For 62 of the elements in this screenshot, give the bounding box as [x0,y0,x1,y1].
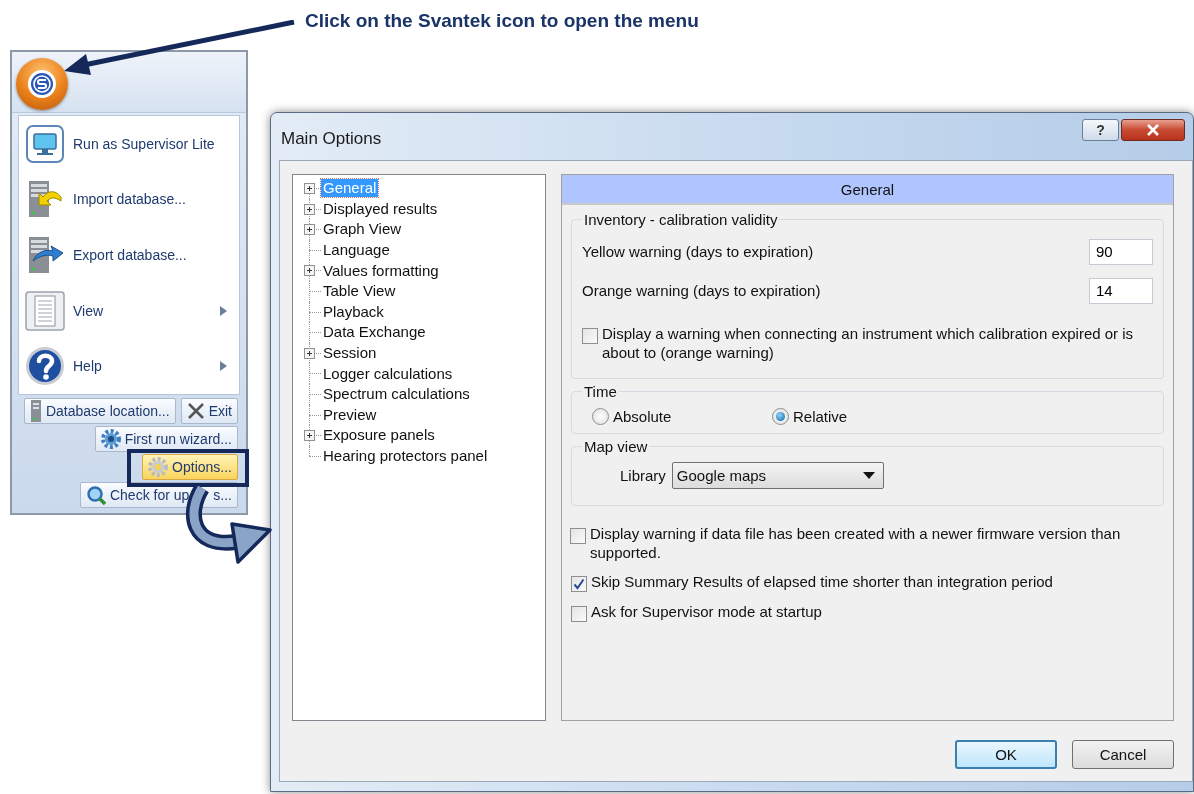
close-icon [1146,124,1160,136]
database-icon [29,400,42,422]
help-icon [25,346,65,387]
tree-item[interactable]: Values formatting [321,261,441,280]
help-button[interactable]: ? [1082,119,1119,141]
gear-icon [148,457,169,477]
gear-icon [100,429,121,449]
panel-header: General [562,175,1173,205]
menu-item[interactable]: Export database... [19,227,239,283]
checkbox-label: Display a warning when connecting an instrument which calibration expired or is about to (orange warning) [602,324,1135,362]
radio-button[interactable] [772,408,789,425]
tree-item[interactable]: Graph View [321,220,404,239]
radio-button[interactable] [592,408,609,425]
tree-item[interactable]: Table View [321,282,398,301]
instruction-text: Click on the Svantek icon to open the menu [305,10,699,32]
field-label: Orange warning (days to expiration) [582,282,821,299]
field-label: Yellow warning (days to expiration) [582,243,814,260]
group-title: Time [583,383,618,400]
logo-icon [27,69,57,99]
tree-item[interactable]: Logger calculations [321,364,455,383]
tree-item[interactable]: Spectrum calculations [321,385,472,404]
checkbox[interactable] [571,606,587,622]
tree-item[interactable]: Preview [321,405,379,424]
tree-item[interactable]: Playback [321,302,386,321]
menu-item[interactable]: Import database... [19,171,239,228]
menu-orb-button[interactable] [16,58,68,110]
menu-button[interactable]: Exit [180,398,238,424]
dialog-button[interactable]: Cancel [1072,740,1174,769]
menu-item[interactable]: Help [19,338,239,394]
document-icon [25,290,65,331]
tree-item[interactable]: Exposure panels [321,426,437,445]
tree-item[interactable]: Hearing protectors panel [321,447,490,465]
checkbox-label: Skip Summary Results of elapsed time shorter than integration period [591,572,1053,591]
number-field[interactable]: 14 [1089,277,1153,304]
menu-button[interactable]: First run wizard... [94,426,238,452]
field-label: Library [620,467,666,484]
radio-label: Relative [793,408,848,425]
checkbox-label: Display warning if data file has been created with a newer firmware version than supported. [590,524,1122,562]
checkbox[interactable] [570,528,586,544]
menu-item[interactable]: View [19,282,239,339]
checkbox-label: Ask for Supervisor mode at startup [591,602,822,621]
tree-item[interactable]: Data Exchange [321,323,428,342]
dialog-button[interactable]: OK [955,740,1057,769]
monitor-icon [25,123,65,164]
magnifier-icon [85,485,106,505]
group-title: Inventory - calibration validity [583,211,779,228]
number-field[interactable]: 90 [1089,238,1153,265]
close-button[interactable] [1121,119,1185,141]
radio-label: Absolute [613,408,672,425]
close-icon [186,402,205,420]
group-title: Map view [583,438,649,455]
checkbox[interactable] [582,328,598,344]
tree-item[interactable]: Displayed results [321,199,440,218]
tree-item[interactable]: Session [321,344,379,363]
menu-button[interactable]: Options... [142,454,238,480]
menu-item[interactable]: Run as Supervisor Lite [19,116,239,172]
menu-button[interactable]: Database location... [23,398,176,424]
checkbox[interactable] [571,576,587,592]
window-title: Main Options [281,129,382,149]
dropdown-arrow-icon [862,472,875,479]
tree-item[interactable]: Language [321,241,392,260]
library-dropdown[interactable]: Google maps [671,462,884,489]
